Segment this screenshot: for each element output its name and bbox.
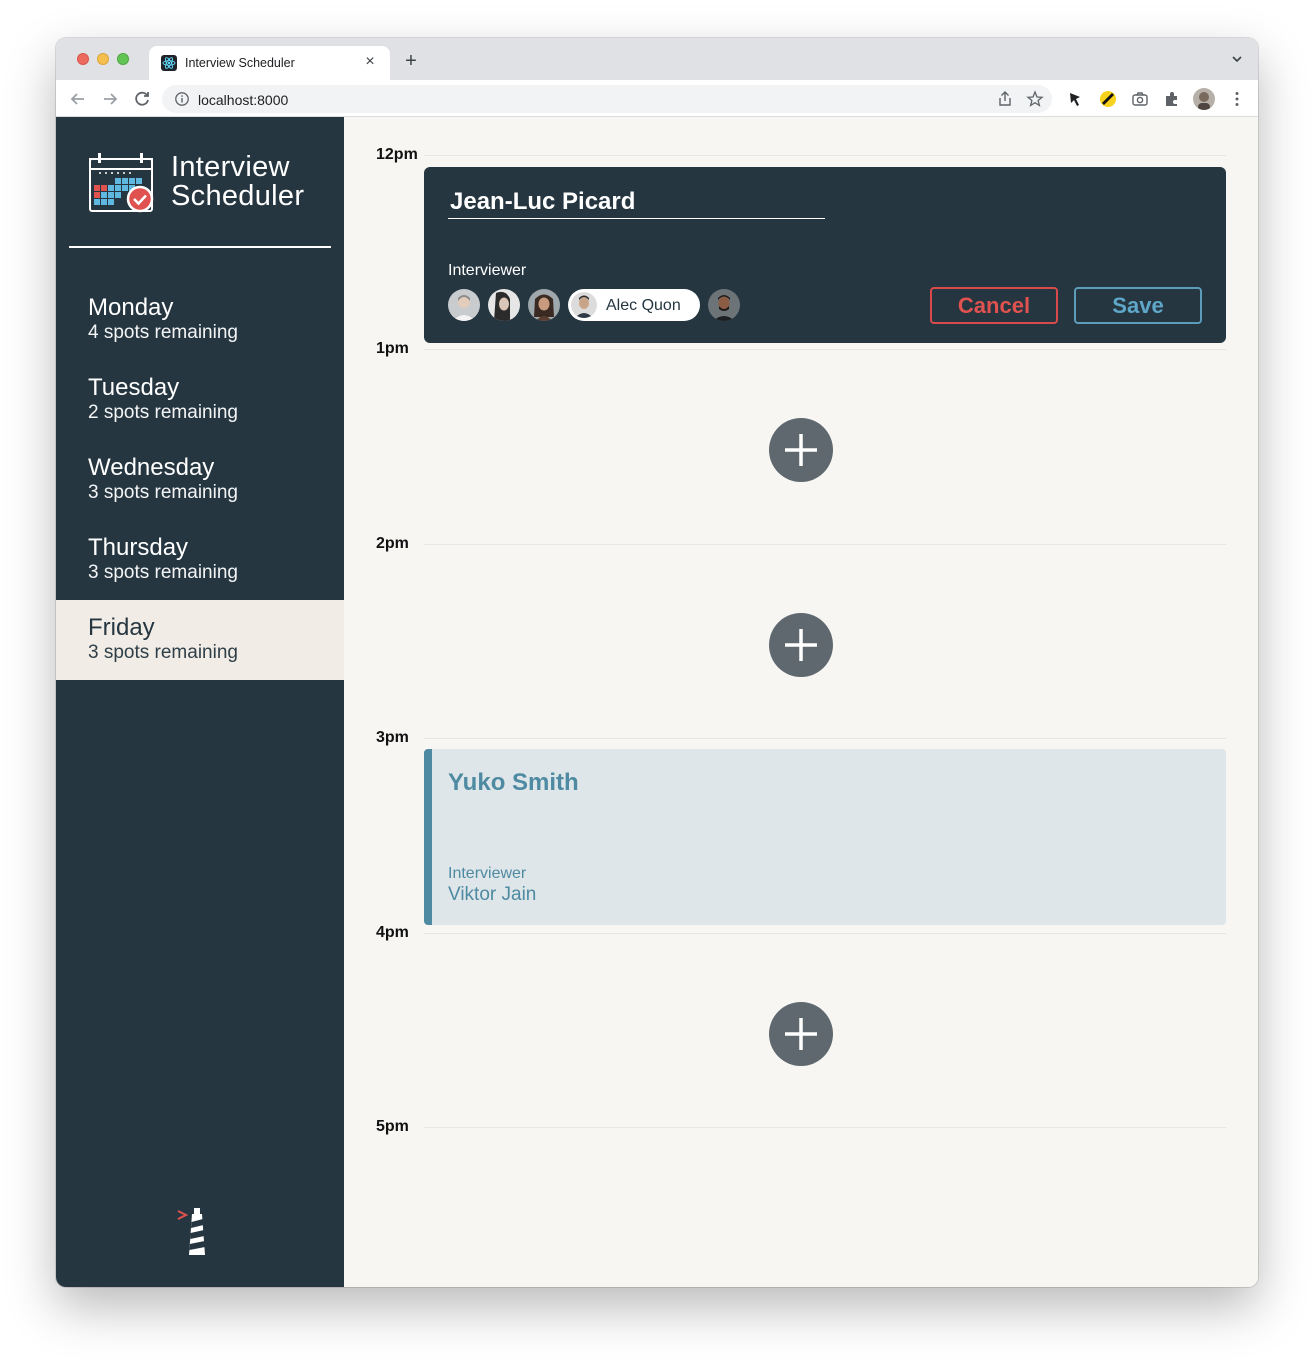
slot-divider: [424, 1127, 1226, 1128]
bookmark-star-icon[interactable]: [1026, 90, 1044, 108]
browser-menu-icon[interactable]: [1226, 88, 1248, 110]
browser-window: Interview Scheduler × + localhost:8000 I…: [56, 38, 1258, 1287]
slot-time: 2pm: [376, 535, 409, 552]
interviewer-label: Interviewer: [448, 865, 527, 882]
day-name: Thursday: [88, 534, 189, 561]
plus-icon: [785, 434, 817, 466]
plus-icon: [785, 1018, 817, 1050]
slot-divider: [424, 544, 1226, 545]
new-tab-button[interactable]: +: [400, 50, 422, 72]
react-favicon-icon: [161, 55, 177, 71]
appointment-form: Interviewer: [424, 167, 1226, 343]
tab-search-chevron-icon[interactable]: [1230, 52, 1244, 66]
day-spots: 3 spots remaining: [88, 562, 238, 583]
interviewer-avatar[interactable]: [528, 289, 560, 321]
plus-icon: [785, 629, 817, 661]
calendar-logo-icon: [89, 153, 154, 213]
pin-extension-icon[interactable]: [1064, 88, 1086, 110]
slot-divider: [424, 933, 1226, 934]
extension-icon[interactable]: [1097, 88, 1119, 110]
day-name: Friday: [88, 614, 155, 641]
slot-time: 5pm: [376, 1118, 409, 1135]
slot-divider: [424, 155, 1226, 156]
browser-tab[interactable]: Interview Scheduler ×: [149, 46, 390, 80]
interviewer-avatar[interactable]: [448, 289, 480, 321]
day-item-monday[interactable]: Monday 4 spots remaining: [56, 280, 344, 360]
day-spots: 2 spots remaining: [88, 402, 238, 423]
appointment-slot-5pm: 5pm: [344, 1118, 1258, 1287]
reload-icon[interactable]: [131, 88, 153, 110]
add-appointment-button[interactable]: [769, 613, 833, 677]
day-item-thursday[interactable]: Thursday 3 spots remaining: [56, 520, 344, 600]
app-title-line2: Scheduler: [171, 180, 305, 212]
url-text: localhost:8000: [198, 92, 289, 108]
slot-time: 1pm: [376, 340, 409, 357]
lighthouse-logo-icon: [177, 1208, 205, 1255]
sidebar-separator: [69, 246, 331, 248]
browser-toolbar: localhost:8000: [56, 80, 1258, 117]
close-window-button[interactable]: [77, 53, 89, 65]
day-spots: 3 spots remaining: [88, 642, 238, 663]
interviewer-avatar: [571, 292, 597, 318]
day-name: Tuesday: [88, 374, 180, 401]
appointment-slot-1pm: 1pm: [344, 340, 1258, 543]
save-button[interactable]: Save: [1074, 287, 1202, 324]
day-item-friday[interactable]: Friday 3 spots remaining: [56, 600, 344, 680]
tab-title: Interview Scheduler: [185, 56, 295, 70]
add-appointment-button[interactable]: [769, 1002, 833, 1066]
profile-avatar[interactable]: [1193, 88, 1215, 110]
puzzle-extensions-icon[interactable]: [1161, 88, 1183, 110]
share-icon[interactable]: [996, 90, 1014, 108]
camera-icon[interactable]: [1129, 88, 1151, 110]
interviewer-avatar[interactable]: [708, 289, 740, 321]
add-appointment-button[interactable]: [769, 418, 833, 482]
day-spots: 4 spots remaining: [88, 322, 238, 343]
student-name: Yuko Smith: [448, 769, 579, 796]
selected-interviewer-name: Alec Quon: [606, 297, 681, 314]
address-bar[interactable]: localhost:8000: [162, 85, 1052, 113]
selected-interviewer-pill[interactable]: Alec Quon: [568, 289, 700, 321]
slot-time: 4pm: [376, 924, 409, 941]
sidebar: Interview Scheduler Monday 4 spots remai…: [56, 117, 344, 1287]
slot-time: 12pm: [376, 146, 418, 163]
day-list: Monday 4 spots remaining Tuesday 2 spots…: [56, 280, 344, 680]
booked-appointment-card[interactable]: Yuko Smith Interviewer Viktor Jain: [424, 749, 1226, 925]
interviewer-name: Viktor Jain: [448, 884, 537, 905]
day-item-tuesday[interactable]: Tuesday 2 spots remaining: [56, 360, 344, 440]
slot-divider: [424, 349, 1226, 350]
close-tab-icon[interactable]: ×: [360, 52, 380, 72]
back-arrow-icon[interactable]: [67, 88, 89, 110]
tab-strip: Interview Scheduler × +: [56, 38, 1258, 80]
app-title-line1: Interview: [171, 151, 290, 183]
forward-arrow-icon[interactable]: [99, 88, 121, 110]
interviewer-label: Interviewer: [448, 262, 527, 279]
day-spots: 3 spots remaining: [88, 482, 238, 503]
slot-divider: [424, 738, 1226, 739]
student-name-input[interactable]: [448, 185, 825, 219]
appointment-slot-4pm: 4pm: [344, 924, 1258, 1127]
interviewer-avatar[interactable]: [488, 289, 520, 321]
schedule: 12pm Interviewer: [344, 117, 1258, 1287]
appointment-slot-2pm: 2pm: [344, 535, 1258, 738]
appointment-slot-3pm: 3pm Yuko Smith Interviewer Viktor Jain: [344, 729, 1258, 932]
app-title: Interview Scheduler: [171, 153, 304, 211]
day-item-wednesday[interactable]: Wednesday 3 spots remaining: [56, 440, 344, 520]
day-name: Monday: [88, 294, 174, 321]
slot-time: 3pm: [376, 729, 409, 746]
day-name: Wednesday: [88, 454, 215, 481]
maximize-window-button[interactable]: [117, 53, 129, 65]
info-icon[interactable]: [174, 91, 190, 107]
minimize-window-button[interactable]: [97, 53, 109, 65]
cancel-button[interactable]: Cancel: [930, 287, 1058, 324]
